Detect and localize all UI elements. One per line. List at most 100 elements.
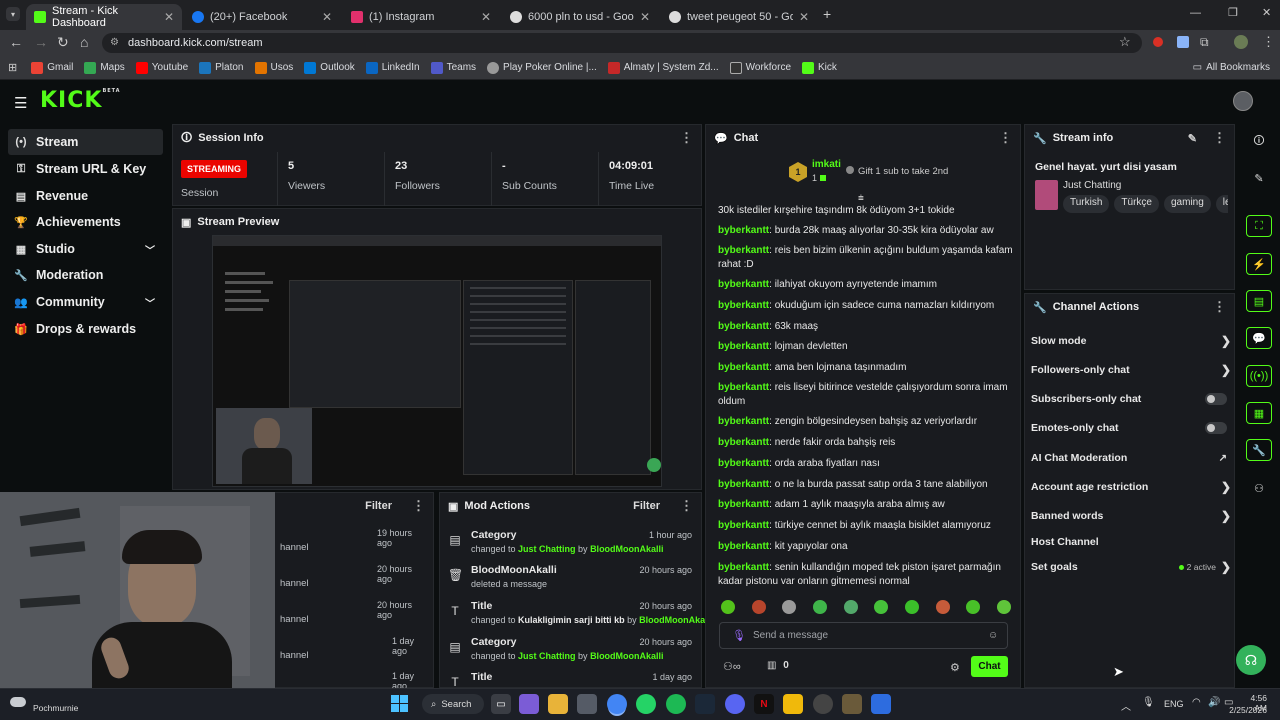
tag[interactable]: Turkish — [1063, 195, 1110, 213]
apps-icon[interactable]: ⊞ — [8, 61, 17, 74]
minimize-icon[interactable]: — — [1190, 7, 1201, 19]
emoji-icon[interactable]: ☺ — [988, 630, 998, 641]
emote-icon[interactable] — [966, 600, 981, 614]
chat-username[interactable]: byberkantt — [718, 382, 769, 393]
extensions-puzzle-icon[interactable]: ⧉ — [1200, 35, 1209, 50]
more-options-icon[interactable]: ⋮ — [680, 498, 693, 514]
emote-icon[interactable] — [874, 600, 889, 614]
chat-username[interactable]: byberkantt — [718, 541, 769, 552]
chat-username[interactable]: byberkantt — [718, 499, 769, 510]
back-icon[interactable]: ← — [9, 34, 23, 50]
more-options-icon[interactable]: ⋮ — [1213, 299, 1226, 315]
clock-date[interactable]: 2/25/2026 — [1227, 705, 1267, 715]
category-name[interactable]: Just Chatting — [1063, 180, 1121, 191]
chat-settings-icon[interactable]: ⚙ — [950, 661, 960, 674]
menu-icon[interactable]: ⋮ — [1262, 34, 1275, 50]
bookmark-platon[interactable]: Platon — [199, 61, 244, 74]
users-icon[interactable]: ⚇ — [1246, 477, 1272, 499]
chat-username[interactable]: byberkantt — [718, 437, 769, 448]
bookmark-maps[interactable]: Maps — [84, 61, 125, 74]
chat-username[interactable]: byberkantt — [718, 341, 769, 352]
flash-icon[interactable]: ⚡ — [1246, 253, 1272, 275]
user-avatar[interactable] — [1233, 91, 1253, 111]
subscribers-only-toggle[interactable] — [1205, 393, 1227, 405]
chat-username[interactable]: byberkantt — [718, 300, 769, 311]
close-icon[interactable]: ✕ — [164, 10, 174, 24]
file-explorer-icon[interactable] — [548, 694, 568, 714]
translate-icon[interactable] — [1177, 36, 1189, 48]
user-link[interactable]: BloodMoonAkalli — [639, 615, 713, 625]
spotify-icon[interactable] — [666, 694, 686, 714]
window-close-icon[interactable]: ✕ — [1262, 6, 1271, 19]
pinned-collapse-icon[interactable]: ⩧ — [858, 193, 864, 204]
user-link[interactable]: BloodMoonAkalli — [590, 544, 664, 554]
tab-instagram[interactable]: (1) Instagram ✕ — [343, 4, 499, 30]
sidebar-item-studio[interactable]: ▦ Studio ﹀ — [8, 236, 163, 262]
sidebar-item-community[interactable]: 👥 Community ﹀ — [8, 289, 163, 315]
slow-mode-item[interactable]: Slow mode ❯ — [1031, 333, 1231, 349]
weather-text[interactable]: Pochmurnie — [33, 703, 78, 713]
more-options-icon[interactable]: ⋮ — [412, 498, 425, 514]
ai-moderation-item[interactable]: AI Chat Moderation ↗ — [1031, 450, 1231, 466]
chat-username[interactable]: byberkantt — [718, 362, 769, 373]
wifi-icon[interactable]: ◠ — [1192, 697, 1201, 708]
info-icon[interactable]: 🛈 — [1246, 130, 1272, 152]
banned-words-item[interactable]: Banned words ❯ — [1031, 508, 1231, 524]
taskbar-search[interactable]: ⌕ Search — [422, 694, 484, 714]
emote-icon[interactable] — [935, 600, 950, 614]
category-link[interactable]: Just Chatting — [518, 651, 576, 661]
chat-username[interactable]: byberkantt — [718, 562, 769, 573]
stream-video[interactable] — [212, 235, 662, 487]
chat-username[interactable]: byberkantt — [718, 479, 769, 490]
sidebar-item-moderation[interactable]: 🔧 Moderation — [8, 262, 163, 288]
sidebar-item-drops-rewards[interactable]: 🎁 Drops & rewards — [8, 316, 163, 342]
layout-icon[interactable]: ▦ — [1246, 402, 1272, 424]
discord-icon[interactable] — [725, 694, 745, 714]
microphone-tray-icon[interactable]: 🎙 — [1142, 697, 1155, 708]
bookmark-poker[interactable]: Play Poker Online |... — [487, 61, 597, 74]
forward-icon[interactable]: → — [34, 34, 48, 50]
viewers-infinity-icon[interactable]: ⚇∞ — [723, 660, 741, 673]
bookmark-youtube[interactable]: Youtube — [135, 61, 188, 74]
gift-sub-prompt[interactable]: Gift 1 sub to take 2nd — [846, 166, 948, 177]
kick-logo[interactable]: KICKBETA — [40, 88, 121, 113]
set-goals-item[interactable]: Set goals 2 active ❯ — [1031, 559, 1231, 575]
profile-avatar[interactable] — [1234, 35, 1248, 49]
chat-username[interactable]: byberkantt — [718, 458, 769, 469]
chat-username[interactable]: byberkantt — [718, 321, 769, 332]
steam-icon[interactable] — [695, 694, 715, 714]
category-link[interactable]: Just Chatting — [518, 544, 576, 554]
more-options-icon[interactable]: ⋮ — [1213, 130, 1226, 146]
tag[interactable]: Türkçe — [1114, 195, 1159, 213]
sidebar-item-stream[interactable]: (•) Stream — [8, 129, 163, 155]
whatsapp-icon[interactable] — [636, 694, 656, 714]
wrench-icon[interactable]: 🔧 — [1246, 439, 1272, 461]
emote-icon[interactable] — [721, 600, 735, 614]
maximize-icon[interactable]: ❐ — [1228, 6, 1238, 19]
emote-icon[interactable] — [843, 600, 858, 614]
tab-kick[interactable]: Stream - Kick Dashboard ✕ — [26, 4, 182, 30]
close-icon[interactable]: ✕ — [640, 10, 650, 24]
sidebar-item-stream-url-key[interactable]: ⚿ Stream URL & Key — [8, 156, 163, 182]
chat-username[interactable]: byberkantt — [718, 416, 769, 427]
bookmark-outlook[interactable]: Outlook — [304, 61, 355, 74]
chrome-icon[interactable] — [607, 694, 627, 714]
chat-input[interactable]: 🎙 Send a message ☺ — [719, 622, 1008, 649]
close-icon[interactable]: ✕ — [799, 10, 809, 24]
site-info-icon[interactable]: ⚙ — [110, 37, 119, 48]
filter-button[interactable]: Filter — [365, 500, 392, 512]
bookmark-usos[interactable]: Usos — [254, 61, 293, 74]
netflix-icon[interactable]: N — [754, 694, 774, 714]
tab-google-peugeot[interactable]: tweet peugeot 50 - Google Search ✕ — [661, 4, 817, 30]
extension-icon[interactable] — [1153, 37, 1163, 47]
edit-icon[interactable]: ✎ — [1246, 167, 1272, 189]
hamburger-menu-icon[interactable]: ☰ — [14, 94, 27, 112]
filter-button[interactable]: Filter — [633, 500, 660, 512]
obs-icon[interactable] — [813, 694, 833, 714]
new-tab-icon[interactable]: + — [823, 6, 831, 22]
user-link[interactable]: BloodMoonAkalli — [590, 651, 664, 661]
tab-facebook[interactable]: (20+) Facebook ✕ — [184, 4, 340, 30]
more-options-icon[interactable]: ⋮ — [680, 130, 693, 146]
reload-icon[interactable]: ↻ — [57, 34, 69, 51]
emote-icon[interactable] — [782, 600, 797, 614]
